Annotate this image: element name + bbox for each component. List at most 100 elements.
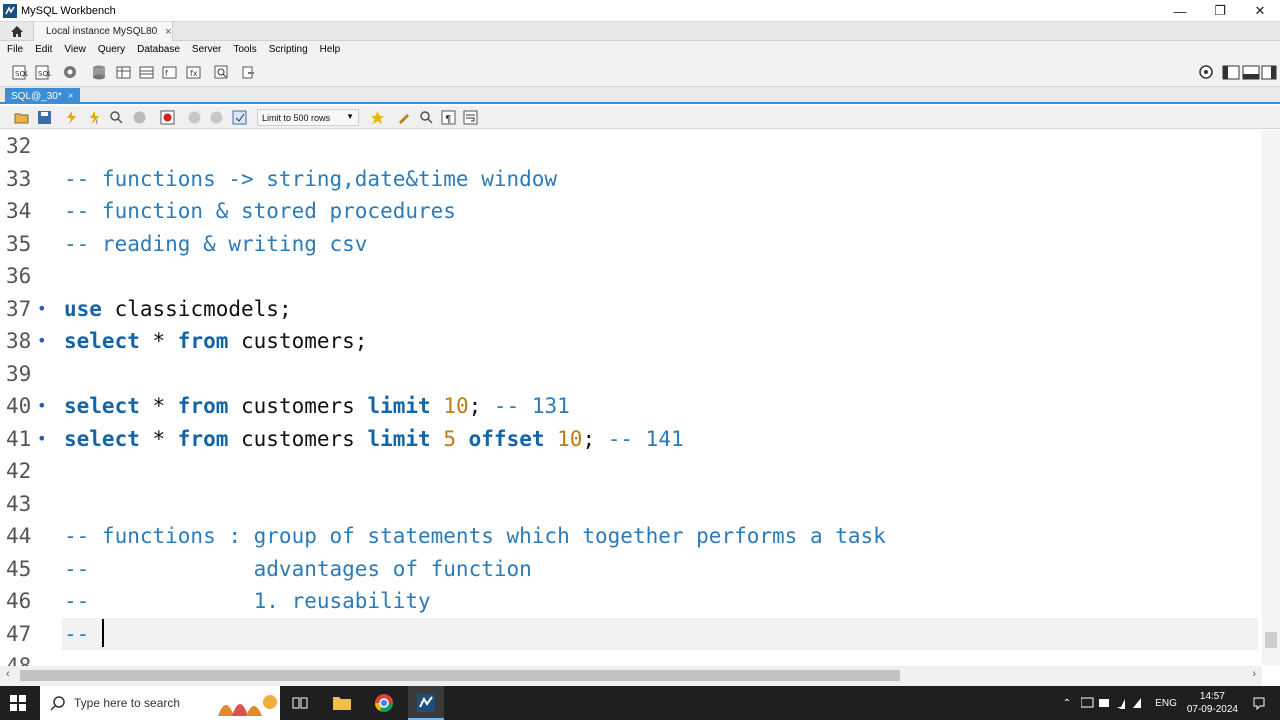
tray-chevron-up-icon[interactable]: ⌃ (1063, 698, 1071, 709)
stop-icon[interactable] (132, 110, 147, 125)
task-view-icon[interactable] (292, 695, 308, 711)
find-replace-icon[interactable] (419, 110, 434, 125)
file-explorer-icon[interactable] (332, 694, 352, 712)
line-code: select * from customers; (64, 325, 367, 357)
commit-icon[interactable] (187, 110, 202, 125)
preferences-icon[interactable] (1198, 64, 1215, 81)
window-title: MySQL Workbench (21, 4, 116, 17)
toggle-sidebar-icon[interactable] (1222, 64, 1240, 81)
text-cursor (101, 618, 104, 647)
editor-line[interactable]: 44 -- functions : group of statements whi… (0, 520, 1262, 553)
create-view-icon[interactable] (138, 64, 155, 81)
mysql-workbench-app-icon (3, 3, 17, 18)
code-token-num: 10 (557, 426, 583, 451)
editor-line[interactable]: 41 • select * from customers limit 5 offse… (0, 423, 1262, 456)
search-table-data-icon[interactable] (213, 64, 230, 81)
scroll-right-icon[interactable]: › (1252, 668, 1256, 680)
close-window-button[interactable]: ✕ (1240, 0, 1280, 22)
menu-database[interactable]: Database (130, 44, 185, 55)
explain-icon[interactable] (109, 110, 124, 125)
tray-icons[interactable] (1081, 696, 1147, 710)
horizontal-scrollbar-thumb[interactable] (20, 670, 900, 681)
open-sql-script-icon[interactable]: SQL (34, 64, 51, 81)
editor-toolbar: I Limit to 500 rows ▼ ¶ (0, 106, 1280, 129)
beautify-favorite-icon[interactable] (370, 110, 385, 125)
chrome-icon[interactable] (374, 693, 394, 713)
word-wrap-icon[interactable] (463, 110, 478, 125)
new-sql-tab-icon[interactable]: SQL (11, 64, 28, 81)
active-app-indicator[interactable] (408, 686, 444, 720)
scroll-left-icon[interactable]: ‹ (6, 668, 10, 680)
close-connection-tab-icon[interactable]: × (165, 26, 171, 38)
horizontal-scrollbar[interactable]: ‹ › (0, 666, 1262, 686)
editor-line[interactable]: 36 (0, 260, 1262, 293)
execute-icon[interactable] (64, 110, 79, 125)
editor-line[interactable]: 38 • select * from customers; (0, 325, 1262, 358)
menu-scripting[interactable]: Scripting (262, 44, 313, 55)
vertical-scrollbar-thumb[interactable] (1265, 632, 1277, 648)
menu-file[interactable]: File (0, 44, 28, 55)
code-token-comment: -- (64, 621, 102, 646)
chevron-down-icon: ▼ (346, 112, 354, 121)
create-function-icon[interactable]: fx (185, 64, 202, 81)
create-table-icon[interactable] (115, 64, 132, 81)
search-placeholder: Type here to search (74, 696, 181, 710)
editor-line[interactable]: 32 (0, 130, 1262, 163)
beautify-query-icon[interactable] (397, 110, 412, 125)
sql-editor-tab[interactable]: SQL@_30* × (5, 88, 80, 104)
home-button[interactable] (7, 23, 27, 40)
line-number: 39 (6, 361, 32, 386)
editor-line[interactable]: 35 -- reading & writing csv (0, 228, 1262, 261)
execute-current-statement-icon[interactable]: I (87, 110, 102, 125)
limit-rows-select[interactable]: Limit to 500 rows ▼ (257, 109, 359, 126)
rollback-icon[interactable] (209, 110, 224, 125)
vertical-scrollbar[interactable] (1262, 130, 1280, 666)
open-file-icon[interactable] (14, 110, 29, 125)
maximize-button[interactable]: ❐ (1200, 0, 1240, 22)
editor-line[interactable]: 47 -- (0, 618, 1262, 651)
invisible-characters-icon[interactable]: ¶ (441, 110, 456, 125)
svg-text:SQL: SQL (15, 70, 28, 78)
editor-line[interactable]: 40 • select * from customers limit 10; -- … (0, 390, 1262, 423)
code-token-plain: customers (228, 426, 368, 451)
editor-line[interactable]: 45 -- advantages of function (0, 553, 1262, 586)
menu-server[interactable]: Server (185, 44, 226, 55)
create-procedure-icon[interactable]: f (161, 64, 178, 81)
decorative-flowers-icon (218, 695, 277, 716)
minimize-button[interactable]: — (1160, 0, 1200, 22)
editor-line[interactable]: 43 (0, 488, 1262, 521)
menu-tools[interactable]: Tools (226, 44, 261, 55)
menu-view[interactable]: View (57, 44, 91, 55)
create-schema-icon[interactable] (91, 64, 108, 81)
menu-edit[interactable]: Edit (28, 44, 57, 55)
toggle-output-panel-icon[interactable] (1242, 64, 1260, 81)
editor-line[interactable]: 34 -- function & stored procedures (0, 195, 1262, 228)
connection-tab[interactable]: Local instance MySQL80 × (33, 22, 173, 41)
menu-query[interactable]: Query (91, 44, 130, 55)
code-token-kw: from (177, 394, 229, 418)
windows-start-icon[interactable] (10, 695, 26, 711)
line-number: 43 (6, 491, 32, 516)
line-code: -- reading & writing csv (64, 228, 367, 260)
code-token-comment: -- advantages of function (64, 556, 532, 581)
editor-line[interactable]: 33 -- functions -> string,date&time windo… (0, 163, 1262, 196)
clock[interactable]: 14:57 07-09-2024 (1187, 690, 1238, 716)
editor-line[interactable]: 48 (0, 650, 1262, 666)
reconnect-icon[interactable] (240, 64, 257, 81)
line-number: 46 (6, 589, 32, 613)
editor-line[interactable]: 39 (0, 358, 1262, 391)
editor-line[interactable]: 37 • use classicmodels; (0, 293, 1262, 326)
save-icon[interactable] (37, 110, 52, 125)
notification-icon[interactable] (1252, 696, 1266, 710)
menu-help[interactable]: Help (313, 44, 346, 55)
toggle-secondary-sidebar-icon[interactable] (1261, 64, 1277, 81)
language-indicator[interactable]: ENG (1155, 698, 1177, 709)
inspector-icon[interactable] (62, 64, 79, 81)
auto-commit-icon[interactable] (232, 110, 247, 125)
toggle-error-stop-icon[interactable] (160, 110, 175, 125)
editor-line[interactable]: 46 -- 1. reusability (0, 585, 1262, 618)
close-sql-tab-icon[interactable]: × (68, 91, 74, 102)
editor-line[interactable]: 42 (0, 455, 1262, 488)
sql-editor[interactable]: 32 33 -- functions -> string,date&time win… (0, 130, 1262, 666)
